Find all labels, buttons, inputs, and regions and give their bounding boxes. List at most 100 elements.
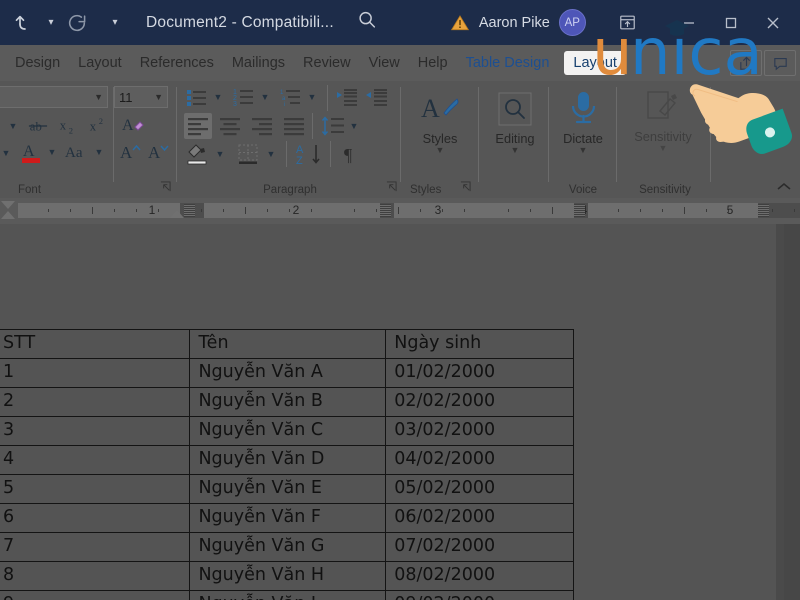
editing-button[interactable]: Editing ▼: [484, 91, 546, 154]
multilevel-list-icon[interactable]: 1 a i: [278, 85, 304, 109]
superscript-icon[interactable]: x2: [86, 115, 110, 137]
tab-layout[interactable]: Layout: [69, 51, 131, 75]
bullets-dropdown-icon[interactable]: ▼: [211, 87, 225, 107]
table-header-row[interactable]: STT Tên Ngày sinh: [0, 330, 574, 359]
horizontal-ruler[interactable]: 1 2 3 4 5: [0, 198, 800, 224]
change-case-icon[interactable]: Aa: [62, 139, 92, 165]
search-icon[interactable]: [356, 9, 378, 36]
table-cell-name[interactable]: Nguyễn Văn H: [190, 562, 386, 591]
styles-button[interactable]: A Styles ▼: [409, 91, 471, 154]
table-cell-name[interactable]: Nguyễn Văn C: [190, 417, 386, 446]
table-cell-stt[interactable]: 6: [0, 504, 190, 533]
table-cell-stt[interactable]: 1: [0, 359, 190, 388]
chevron-down-icon[interactable]: ▼: [659, 144, 668, 152]
warning-triangle-icon[interactable]: [450, 13, 470, 33]
close-button[interactable]: [752, 0, 794, 45]
table-cell-stt[interactable]: 5: [0, 475, 190, 504]
font-color-dropdown-icon[interactable]: ▼: [45, 141, 59, 163]
redo-icon[interactable]: [60, 6, 94, 40]
align-right-icon[interactable]: [248, 113, 276, 139]
share-icon[interactable]: [730, 50, 762, 76]
shrink-font-icon[interactable]: A: [146, 139, 172, 165]
chevron-down-icon[interactable]: ▼: [0, 141, 12, 165]
table-cell-name[interactable]: Nguyễn Văn G: [190, 533, 386, 562]
strikethrough-icon[interactable]: ab: [26, 115, 50, 137]
table-row[interactable]: 3 Nguyễn Văn C 03/02/2000: [0, 417, 574, 446]
undo-dropdown-icon[interactable]: ▾: [42, 6, 60, 40]
justify-icon[interactable]: [280, 113, 308, 139]
table-header-cell[interactable]: STT: [0, 330, 190, 359]
subscript-icon[interactable]: x2: [56, 115, 80, 137]
paragraph-marks-icon[interactable]: ¶: [338, 141, 364, 167]
font-name-combobox[interactable]: y) ▼: [0, 86, 108, 108]
multilevel-dropdown-icon[interactable]: ▼: [305, 87, 319, 107]
font-color-icon[interactable]: A: [18, 139, 44, 165]
table-cell-name[interactable]: Nguyễn Văn B: [190, 388, 386, 417]
column-marker-icon[interactable]: [574, 204, 585, 217]
indent-marker-icon[interactable]: [0, 201, 16, 221]
table-cell-stt[interactable]: 7: [0, 533, 190, 562]
ruler-track[interactable]: 1 2 3 4 5: [18, 203, 800, 218]
chevron-down-icon[interactable]: ▼: [94, 92, 103, 102]
table-header-cell[interactable]: Tên: [190, 330, 386, 359]
tab-design[interactable]: Design: [6, 51, 69, 75]
table-cell-dob[interactable]: 03/02/2000: [386, 417, 574, 446]
sort-az-icon[interactable]: A Z: [294, 141, 324, 167]
bullet-list-icon[interactable]: [184, 85, 210, 109]
table-row[interactable]: 9 Nguyễn Văn I 09/02/2000: [0, 591, 574, 600]
shading-icon[interactable]: [184, 141, 212, 167]
numbered-list-icon[interactable]: 1 2 3: [231, 85, 257, 109]
table-row[interactable]: 8 Nguyễn Văn H 08/02/2000: [0, 562, 574, 591]
dictate-button[interactable]: Dictate ▼: [552, 89, 614, 154]
table-row[interactable]: 5 Nguyễn Văn E 05/02/2000: [0, 475, 574, 504]
table-cell-stt[interactable]: 8: [0, 562, 190, 591]
line-spacing-icon[interactable]: [319, 113, 347, 139]
undo-icon[interactable]: [8, 6, 42, 40]
chevron-down-icon[interactable]: ▼: [6, 115, 20, 137]
table-cell-dob[interactable]: 08/02/2000: [386, 562, 574, 591]
tab-table-layout[interactable]: Layout: [564, 51, 626, 75]
maximize-button[interactable]: [710, 0, 752, 45]
table-row[interactable]: 7 Nguyễn Văn G 07/02/2000: [0, 533, 574, 562]
document-area[interactable]: STT Tên Ngày sinh 1 Nguyễn Văn A 01/02/2…: [0, 224, 800, 600]
align-left-icon[interactable]: [184, 113, 212, 139]
table-cell-dob[interactable]: 01/02/2000: [386, 359, 574, 388]
chevron-down-icon[interactable]: ▼: [436, 146, 445, 154]
table-row[interactable]: 6 Nguyễn Văn F 06/02/2000: [0, 504, 574, 533]
shading-dropdown-icon[interactable]: ▼: [213, 143, 227, 165]
borders-icon[interactable]: [235, 141, 263, 167]
increase-indent-icon[interactable]: [364, 85, 390, 109]
minimize-button[interactable]: [668, 0, 710, 45]
table-cell-stt[interactable]: 9: [0, 591, 190, 600]
borders-dropdown-icon[interactable]: ▼: [264, 143, 278, 165]
table-cell-dob[interactable]: 05/02/2000: [386, 475, 574, 504]
table-cell-stt[interactable]: 2: [0, 388, 190, 417]
tab-table-design[interactable]: Table Design: [457, 51, 559, 75]
avatar[interactable]: AP: [559, 9, 586, 36]
table-row[interactable]: 4 Nguyễn Văn D 04/02/2000: [0, 446, 574, 475]
tab-mailings[interactable]: Mailings: [223, 51, 294, 75]
grow-font-icon[interactable]: A: [118, 139, 144, 165]
table-cell-dob[interactable]: 04/02/2000: [386, 446, 574, 475]
column-marker-icon[interactable]: [758, 204, 769, 217]
document-page[interactable]: STT Tên Ngày sinh 1 Nguyễn Văn A 01/02/2…: [0, 224, 776, 600]
user-name[interactable]: Aaron Pike: [479, 15, 550, 31]
document-table[interactable]: STT Tên Ngày sinh 1 Nguyễn Văn A 01/02/2…: [0, 329, 574, 600]
table-cell-dob[interactable]: 02/02/2000: [386, 388, 574, 417]
ribbon-display-options-icon[interactable]: [606, 0, 648, 45]
dialog-launcher-icon[interactable]: [160, 181, 171, 195]
change-case-dropdown-icon[interactable]: ▼: [92, 141, 106, 163]
line-spacing-dropdown-icon[interactable]: ▼: [347, 115, 361, 137]
table-cell-dob[interactable]: 07/02/2000: [386, 533, 574, 562]
table-header-cell[interactable]: Ngày sinh: [386, 330, 574, 359]
table-row[interactable]: 2 Nguyễn Văn B 02/02/2000: [0, 388, 574, 417]
table-cell-name[interactable]: Nguyễn Văn A: [190, 359, 386, 388]
font-size-combobox[interactable]: 11 ▼: [114, 86, 168, 108]
tab-help[interactable]: Help: [409, 51, 457, 75]
collapse-ribbon-icon[interactable]: [776, 181, 792, 196]
table-cell-dob[interactable]: 09/02/2000: [386, 591, 574, 600]
customize-qat-icon[interactable]: ▾: [106, 6, 124, 40]
align-center-icon[interactable]: [216, 113, 244, 139]
clear-formatting-icon[interactable]: A: [120, 113, 148, 137]
chevron-down-icon[interactable]: ▼: [511, 146, 520, 154]
